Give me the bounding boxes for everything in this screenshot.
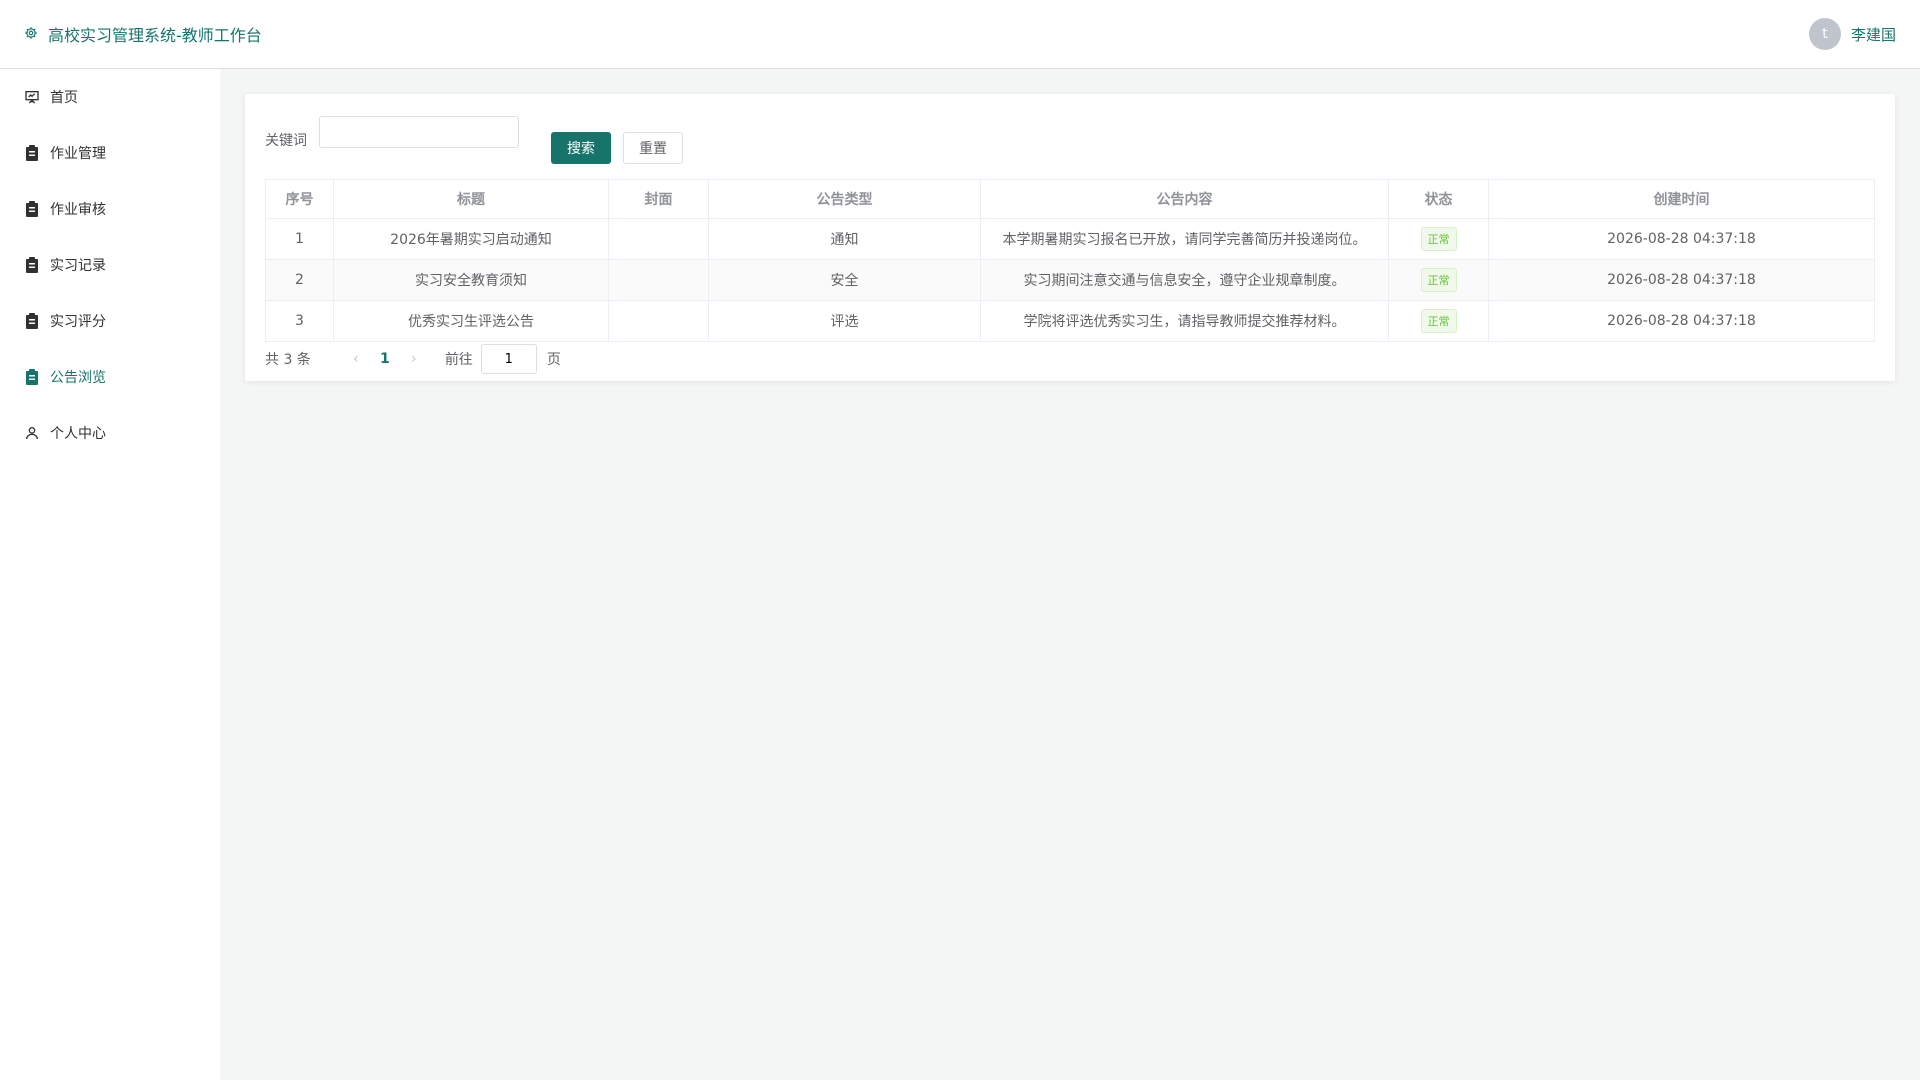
sidebar: 首页 作业管理 作业审核 实习记录 实习评分 公告浏览 个人中心: [0, 69, 220, 1080]
table-row[interactable]: 1 2026年暑期实习启动通知 通知 本学期暑期实习报名已开放，请同学完善简历并…: [265, 218, 1875, 260]
status-badge: 正常: [1420, 309, 1457, 333]
cell-index: 3: [265, 300, 334, 342]
goto-page-input[interactable]: [480, 344, 537, 374]
cell-created: 2026-08-28 04:37:18: [1488, 300, 1875, 342]
cell-status: 正常: [1388, 300, 1489, 342]
sidebar-item-label: 个人中心: [50, 426, 106, 442]
sidebar-item-internship-scoring[interactable]: 实习评分: [0, 293, 220, 349]
column-header[interactable]: 公告类型: [708, 179, 981, 219]
sidebar-item-homework-review[interactable]: 作业审核: [0, 181, 220, 237]
column-header[interactable]: 封面: [608, 179, 709, 219]
chevron-left-icon[interactable]: ‹: [339, 351, 373, 367]
cell-status: 正常: [1388, 259, 1489, 301]
announcement-card: 关键词 搜索 重置 序号 标题 封面 公告类型 公告内容 状态 创建时间 1 2…: [245, 94, 1895, 381]
page-number-current[interactable]: 1: [373, 351, 397, 367]
user-name[interactable]: 李建国: [1851, 24, 1896, 45]
cell-cover: [608, 300, 709, 342]
status-badge: 正常: [1420, 268, 1457, 292]
clipboard-icon: [24, 257, 40, 273]
cell-cover: [608, 218, 709, 260]
table-row[interactable]: 2 实习安全教育须知 安全 实习期间注意交通与信息安全，遵守企业规章制度。 正常…: [265, 259, 1875, 301]
cell-content: 实习期间注意交通与信息安全，遵守企业规章制度。: [980, 259, 1389, 301]
column-header[interactable]: 创建时间: [1488, 179, 1875, 219]
goto-label: 前往: [444, 352, 473, 368]
cell-content: 学院将评选优秀实习生，请指导教师提交推荐材料。: [980, 300, 1389, 342]
sidebar-item-homework-management[interactable]: 作业管理: [0, 125, 220, 181]
user-menu[interactable]: t 李建国: [1808, 18, 1896, 50]
clipboard-icon: [24, 313, 40, 329]
cell-content: 本学期暑期实习报名已开放，请同学完善简历并投递岗位。: [980, 218, 1389, 260]
sidebar-item-announcements[interactable]: 公告浏览: [0, 349, 220, 405]
cell-cover: [608, 259, 709, 301]
sidebar-item-label: 作业管理: [50, 146, 106, 162]
app-title: 高校实习管理系统-教师工作台: [48, 26, 262, 45]
keyword-label: 关键词: [265, 133, 307, 149]
sidebar-item-profile[interactable]: 个人中心: [0, 405, 220, 461]
cell-index: 2: [265, 259, 334, 301]
announcement-table: 序号 标题 封面 公告类型 公告内容 状态 创建时间 1 2026年暑期实习启动…: [265, 179, 1875, 342]
pagination-total: 共 3 条: [265, 352, 311, 368]
cell-title: 优秀实习生评选公告: [333, 300, 609, 342]
table-header-row: 序号 标题 封面 公告类型 公告内容 状态 创建时间: [265, 179, 1875, 219]
pagination: 共 3 条 ‹ 1 › 前往 页: [265, 342, 1875, 376]
sidebar-item-label: 实习评分: [50, 314, 106, 330]
status-badge: 正常: [1420, 227, 1457, 251]
presentation-icon: [24, 89, 40, 105]
sidebar-item-home[interactable]: 首页: [0, 69, 220, 125]
keyword-input[interactable]: [319, 116, 519, 148]
cell-title: 实习安全教育须知: [333, 259, 609, 301]
gear-icon: [24, 25, 38, 44]
brand: 高校实习管理系统-教师工作台: [24, 22, 262, 46]
column-header[interactable]: 标题: [333, 179, 609, 219]
sidebar-item-label: 首页: [50, 90, 78, 106]
column-header[interactable]: 公告内容: [980, 179, 1389, 219]
cell-created: 2026-08-28 04:37:18: [1488, 218, 1875, 260]
chevron-right-icon[interactable]: ›: [397, 351, 431, 367]
sidebar-item-label: 公告浏览: [50, 370, 106, 386]
avatar[interactable]: t: [1808, 18, 1841, 50]
sidebar-item-internship-records[interactable]: 实习记录: [0, 237, 220, 293]
column-header[interactable]: 序号: [265, 179, 334, 219]
clipboard-icon: [24, 201, 40, 217]
cell-type: 评选: [708, 300, 981, 342]
cell-type: 安全: [708, 259, 981, 301]
user-icon: [24, 425, 40, 441]
clipboard-icon: [24, 369, 40, 385]
cell-status: 正常: [1388, 218, 1489, 260]
search-bar: 关键词 搜索 重置: [265, 114, 1875, 166]
cell-created: 2026-08-28 04:37:18: [1488, 259, 1875, 301]
table-row[interactable]: 3 优秀实习生评选公告 评选 学院将评选优秀实习生，请指导教师提交推荐材料。 正…: [265, 300, 1875, 342]
cell-title: 2026年暑期实习启动通知: [333, 218, 609, 260]
search-button[interactable]: 搜索: [551, 132, 611, 164]
sidebar-item-label: 实习记录: [50, 258, 106, 274]
clipboard-icon: [24, 145, 40, 161]
sidebar-item-label: 作业审核: [50, 202, 106, 218]
cell-index: 1: [265, 218, 334, 260]
reset-button[interactable]: 重置: [623, 132, 683, 164]
column-header[interactable]: 状态: [1388, 179, 1489, 219]
main-content: 关键词 搜索 重置 序号 标题 封面 公告类型 公告内容 状态 创建时间 1 2…: [220, 69, 1920, 1080]
goto-suffix: 页: [546, 352, 561, 368]
top-header: 高校实习管理系统-教师工作台 t 李建国: [0, 0, 1920, 69]
cell-type: 通知: [708, 218, 981, 260]
